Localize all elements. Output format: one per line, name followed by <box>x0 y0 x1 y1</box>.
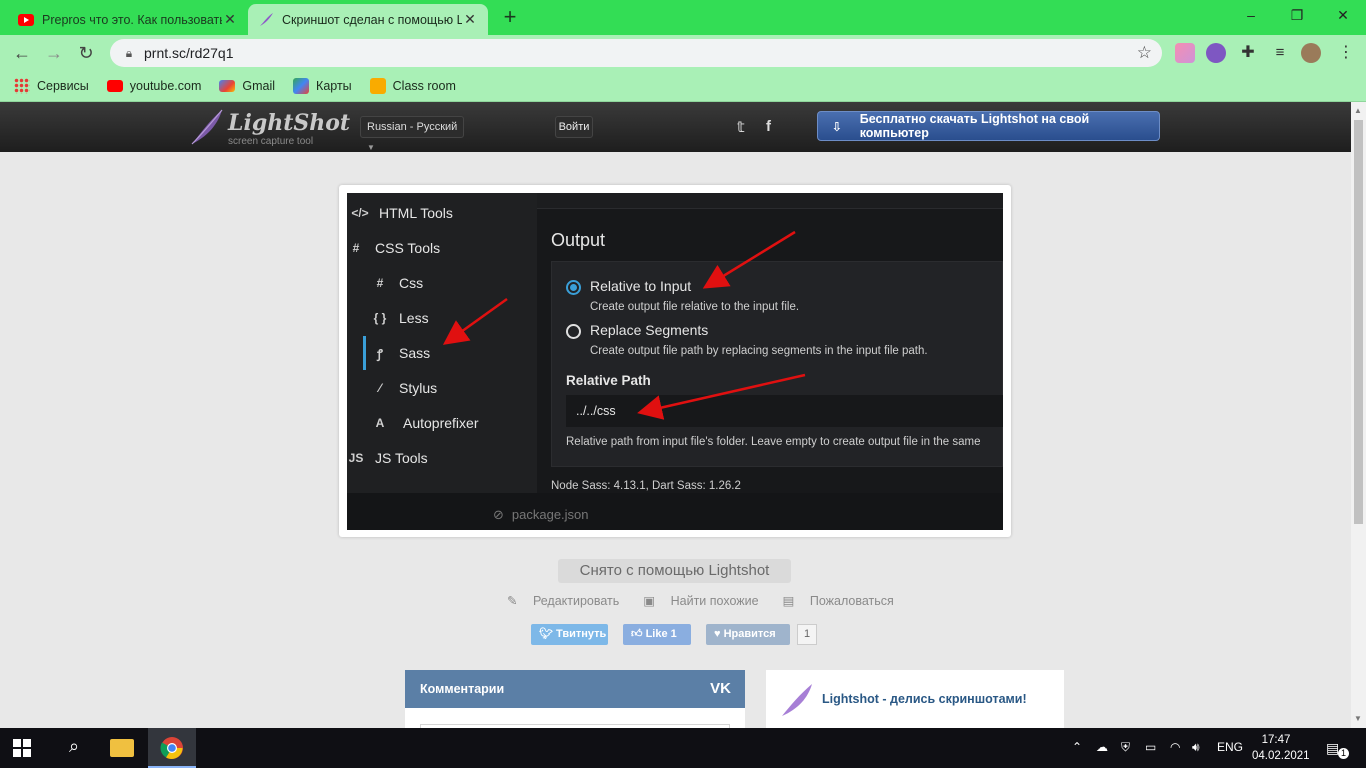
extension-icon[interactable] <box>1175 43 1195 63</box>
tab-title: Prepros что это. Как пользоваться <box>42 12 222 27</box>
lightshot-header: LightShot screen capture tool Russian - … <box>0 102 1351 152</box>
bookmark-gmail[interactable]: Gmail <box>219 79 275 93</box>
browser-toolbar: ← → ↻ 🔒︎ prnt.sc/rd27q1 ☆ ✚ ≡ ⋮ <box>0 35 1366 71</box>
language-select[interactable]: Russian - Русский ▼ <box>360 116 464 152</box>
close-icon[interactable]: ✕ <box>222 11 238 28</box>
apps-grid-icon <box>14 78 30 94</box>
arrow-to-relative <box>702 230 796 289</box>
camera-icon: ▣ <box>643 594 659 608</box>
shield-icon[interactable]: ⛨ <box>1121 740 1130 755</box>
annotation-arrows <box>442 230 806 420</box>
vk-like-count: 1 <box>797 624 817 645</box>
scrollbar-thumb[interactable] <box>1354 120 1363 524</box>
twitter-icon[interactable]: 𝕥 <box>737 118 745 136</box>
clock[interactable]: 17:47 04.02.2021 <box>1252 732 1310 764</box>
bookmark-services[interactable]: Сервисы <box>14 78 89 94</box>
pencil-icon: ✎ <box>507 594 521 608</box>
chevron-down-icon: ▼ <box>367 143 375 152</box>
language-indicator[interactable]: ENG <box>1217 740 1243 754</box>
login-button[interactable]: Войти <box>555 116 593 138</box>
comments-widget: Комментарии VK <box>405 670 745 728</box>
page-content: LightShot screen capture tool Russian - … <box>0 102 1351 728</box>
action-links: ✎ Редактировать ▣ Найти похожие ▤ Пожало… <box>507 593 918 608</box>
address-bar[interactable]: 🔒︎ prnt.sc/rd27q1 ☆ <box>110 39 1162 67</box>
report-link[interactable]: ▤ Пожаловаться <box>783 593 906 608</box>
thumbs-up-icon: 👍︎ <box>631 628 646 640</box>
clipboard-icon: ▤ <box>782 594 798 608</box>
chevron-up-icon[interactable]: ⌃ <box>1072 740 1082 754</box>
vk-icon: VK <box>710 680 731 697</box>
cloud-icon[interactable]: ☁ <box>1096 740 1108 754</box>
promo-box: Lightshot - делись скриншотами! <box>766 670 1064 728</box>
screenshot-frame: </> HTML Tools # CSS Tools # Css { } Less ꝭS… <box>339 185 1011 537</box>
download-button[interactable]: ⇩ Бесплатно скачать Lightshot на свой ко… <box>817 111 1160 141</box>
taskbar: ⌕ ⌃ ☁ ⛨ ▭ ◠ 🔊︎ ENG 17:47 04.02.2021 ▤ 1 <box>0 728 1366 768</box>
avatar[interactable] <box>1301 43 1321 63</box>
youtube-icon <box>18 12 34 28</box>
download-icon: ⇩ <box>831 119 843 134</box>
find-similar-link[interactable]: ▣ Найти похожие <box>643 593 770 608</box>
edit-link[interactable]: ✎ Редактировать <box>507 593 631 608</box>
bookmark-youtube[interactable]: youtube.com <box>106 79 201 93</box>
minimize-button[interactable]: – <box>1228 0 1274 30</box>
close-icon[interactable]: ✕ <box>462 11 478 28</box>
vk-like-button[interactable]: ♥ Нравится <box>706 624 790 645</box>
menu-icon[interactable]: ⋮ <box>1336 43 1356 63</box>
puzzle-icon[interactable]: ✚ <box>1238 43 1258 63</box>
youtube-icon <box>106 80 123 92</box>
wifi-icon[interactable]: ◠ <box>1170 740 1180 754</box>
maps-icon <box>293 78 310 94</box>
bookmark-maps[interactable]: Карты <box>293 78 352 94</box>
caption: Снято с помощью Lightshot <box>558 559 791 583</box>
feather-icon <box>782 684 812 716</box>
battery-icon[interactable]: ▭ <box>1145 740 1156 754</box>
extension-icon[interactable] <box>1206 43 1226 63</box>
scroll-down-icon[interactable]: ▼ <box>1354 714 1362 723</box>
maximize-button[interactable]: ❐ <box>1274 0 1320 30</box>
tab-strip: Prepros что это. Как пользоваться ✕ Скри… <box>0 0 1366 35</box>
arrow-to-sass <box>442 297 508 345</box>
notification-count: 1 <box>1338 748 1349 759</box>
scrollbar[interactable]: ▲ ▼ <box>1351 102 1366 728</box>
heart-icon: ♥ <box>714 628 724 640</box>
back-icon[interactable]: ← <box>10 41 34 65</box>
url-text[interactable]: prnt.sc/rd27q1 <box>144 45 234 61</box>
feather-icon <box>258 12 274 28</box>
scroll-up-icon[interactable]: ▲ <box>1354 106 1362 115</box>
search-icon[interactable]: ⌕ <box>62 736 86 760</box>
facebook-icon[interactable]: f <box>766 118 771 135</box>
feather-icon <box>191 109 223 145</box>
promo-link[interactable]: Lightshot - делись скриншотами! <box>822 692 1027 706</box>
new-tab-button[interactable]: + <box>498 6 522 30</box>
twitter-icon: 🐦︎ <box>539 628 557 640</box>
tab-title: Скриншот сделан с помощью Lightshot <box>282 12 462 27</box>
taskbar-chrome-active[interactable] <box>148 728 196 768</box>
volume-icon[interactable]: 🔊︎ <box>1192 740 1200 755</box>
file-explorer-icon[interactable] <box>110 739 134 757</box>
tab-lightshot[interactable]: Скриншот сделан с помощью Lightshot ✕ <box>248 4 488 35</box>
comments-header: Комментарии VK <box>405 670 745 708</box>
close-window-button[interactable]: ✕ <box>1320 0 1366 30</box>
bookmarks-bar: Сервисы youtube.com Gmail Карты Class ro… <box>0 71 1366 102</box>
arrow-to-path <box>637 373 806 420</box>
classroom-icon <box>369 78 386 94</box>
bookmark-classroom[interactable]: Class room <box>369 78 456 94</box>
tab-prepros[interactable]: Prepros что это. Как пользоваться ✕ <box>8 4 248 35</box>
chrome-icon <box>160 737 183 759</box>
media-icon[interactable]: ≡ <box>1270 43 1290 63</box>
tweet-button[interactable]: 🐦︎ Твитнуть <box>531 624 608 645</box>
windows-start-icon[interactable] <box>13 736 37 760</box>
forward-icon[interactable]: → <box>42 41 66 65</box>
reload-icon[interactable]: ↻ <box>74 41 98 65</box>
star-icon[interactable]: ☆ <box>1137 43 1152 63</box>
screenshot-image: </> HTML Tools # CSS Tools # Css { } Less ꝭS… <box>347 193 1003 530</box>
gmail-icon <box>219 80 236 92</box>
lock-icon[interactable]: 🔒︎ <box>122 46 136 61</box>
facebook-like-button[interactable]: 👍︎ Like 1 <box>623 624 691 645</box>
lightshot-logo[interactable]: LightShot screen capture tool <box>190 108 350 148</box>
